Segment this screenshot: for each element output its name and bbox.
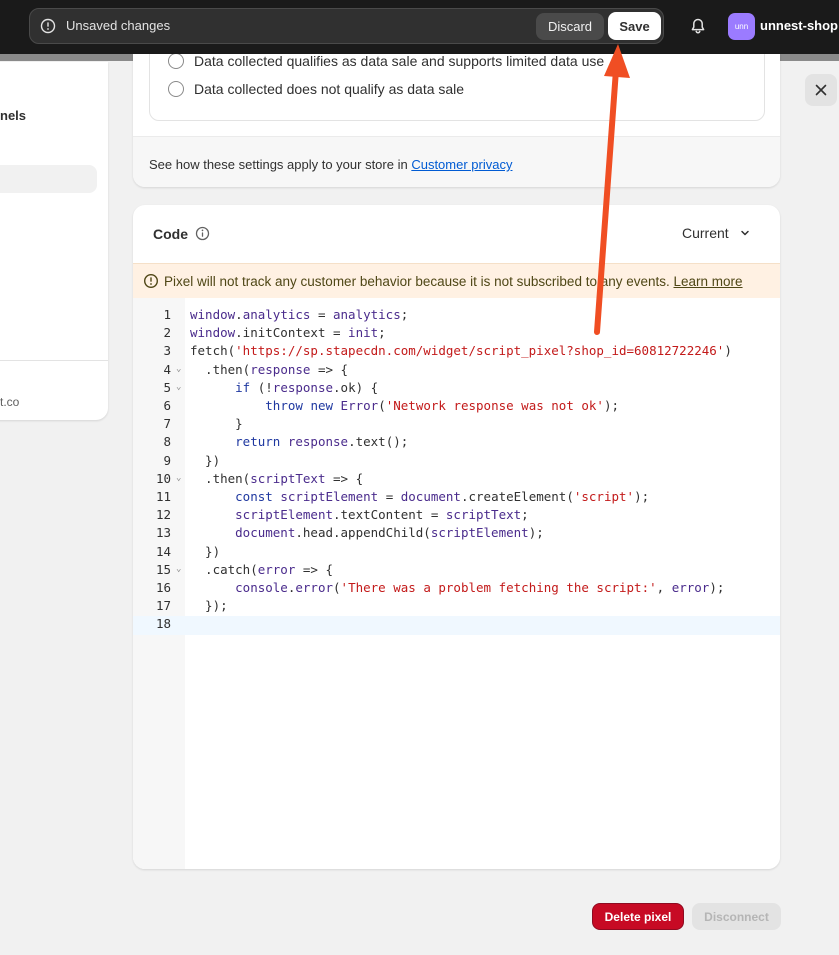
line-number: 6 (163, 398, 171, 413)
fold-chevron-icon[interactable]: ⌄ (176, 473, 181, 483)
delete-pixel-button[interactable]: Delete pixel (592, 903, 684, 930)
fold-chevron-icon[interactable]: ⌄ (176, 382, 181, 392)
code-text: fetch('https://sp.stapecdn.com/widget/sc… (190, 343, 732, 359)
code-text: .then(scriptText => { (190, 470, 364, 486)
save-button[interactable]: Save (608, 12, 661, 40)
version-select[interactable]: Current (682, 225, 751, 241)
code-line[interactable]: 1 window.analytics = analytics; (133, 307, 780, 325)
store-avatar[interactable]: unn (728, 13, 755, 40)
version-select-value: Current (682, 225, 729, 241)
line-number: 7 (163, 416, 171, 432)
disconnect-button: Disconnect (692, 903, 781, 930)
code-line[interactable]: 4 ⌄ .then(response => { (133, 362, 780, 380)
code-text: const scriptElement = document.createEle… (235, 489, 650, 504)
line-number: 12 (155, 507, 171, 523)
line-number: 15 (155, 561, 171, 577)
line-number: 1 (163, 307, 171, 322)
discard-button[interactable]: Discard (536, 13, 604, 40)
customer-privacy-link[interactable]: Customer privacy (411, 157, 512, 172)
code-line[interactable]: 2 window.initContext = init; (133, 325, 780, 343)
code-text: .catch(error => { (190, 561, 334, 577)
alert-circle-icon (40, 18, 56, 34)
info-icon[interactable] (195, 226, 210, 241)
warning-banner-message: Pixel will not track any customer behavi… (164, 274, 674, 289)
privacy-footer: See how these settings apply to your sto… (133, 136, 780, 187)
unsaved-changes-text: Unsaved changes (66, 18, 171, 33)
code-line[interactable]: 8 return response.text(); (133, 434, 780, 452)
code-line[interactable]: 13 document.head.appendChild(scriptEleme… (133, 525, 780, 543)
sidebar-item-channels[interactable]: nels (0, 108, 26, 123)
privacy-footer-text: See how these settings apply to your sto… (149, 157, 512, 172)
warning-banner-text: Pixel will not track any customer behavi… (164, 274, 743, 289)
code-text: throw new Error('Network response was no… (265, 398, 620, 413)
line-number: 10 (155, 470, 171, 486)
code-line[interactable]: 3 fetch('https://sp.stapecdn.com/widget/s… (133, 343, 780, 361)
code-text: }); (190, 598, 228, 614)
radio-option-data-sale-limited[interactable]: Data collected qualifies as data sale an… (168, 54, 604, 69)
code-title: Code (153, 226, 188, 242)
code-line[interactable]: 6 throw new Error('Network response was … (133, 398, 780, 416)
top-bar: Unsaved changes Discard Save unn unnest-… (0, 0, 839, 54)
learn-more-link[interactable]: Learn more (674, 274, 743, 289)
code-line[interactable]: 15 ⌄ .catch(error => { (133, 562, 780, 580)
code-line[interactable]: 14 }) (133, 544, 780, 562)
code-line[interactable]: 18 (133, 616, 780, 635)
code-text: .then(response => { (190, 361, 349, 377)
line-number: 17 (155, 598, 171, 614)
warning-banner: Pixel will not track any customer behavi… (133, 263, 780, 298)
chevron-down-icon (740, 230, 749, 236)
code-line[interactable]: 17 }); (133, 598, 780, 616)
privacy-footer-label: See how these settings apply to your sto… (149, 157, 412, 172)
radio-label: Data collected does not qualify as data … (194, 81, 465, 97)
line-number: 13 (155, 525, 171, 541)
code-text: } (190, 416, 243, 432)
line-number: 9 (163, 452, 171, 468)
radio-option-not-data-sale[interactable]: Data collected does not qualify as data … (168, 81, 464, 97)
code-card: Code Current Pixel will not track any cu… (133, 205, 780, 869)
alert-circle-icon (143, 273, 159, 289)
store-name[interactable]: unnest-shop (760, 18, 838, 33)
fold-chevron-icon[interactable]: ⌄ (176, 364, 181, 374)
code-text: window.initContext = init; (190, 325, 386, 341)
close-icon (815, 84, 827, 96)
code-line[interactable]: 10 ⌄ .then(scriptText => { (133, 471, 780, 489)
code-text: }) (190, 543, 221, 559)
radio-label: Data collected qualifies as data sale an… (194, 54, 605, 69)
bell-icon[interactable] (689, 17, 707, 35)
code-text: }) (190, 452, 221, 468)
fold-chevron-icon[interactable]: ⌄ (176, 564, 181, 574)
sidebar-footer-text: t.co (0, 395, 20, 409)
code-line[interactable]: 5 ⌄ if (!response.ok) { (133, 380, 780, 398)
customer-privacy-card: Data collected qualifies as data sale an… (133, 54, 780, 187)
line-number: 3 (163, 343, 171, 359)
line-number: 18 (155, 616, 171, 632)
code-line[interactable]: 9 }) (133, 453, 780, 471)
line-number: 14 (155, 543, 171, 559)
code-line[interactable]: 12 scriptElement.textContent = scriptTex… (133, 507, 780, 525)
code-line[interactable]: 16 console.error('There was a problem fe… (133, 580, 780, 598)
line-number: 4 (163, 361, 171, 377)
sidebar-card: nels t.co (0, 62, 108, 420)
line-number: 16 (155, 580, 171, 595)
line-number: 5 (163, 379, 171, 395)
code-text: window.analytics = analytics; (190, 307, 409, 322)
close-button[interactable] (805, 74, 837, 106)
data-sale-options: Data collected qualifies as data sale an… (149, 54, 765, 121)
code-text: document.head.appendChild(scriptElement)… (235, 525, 544, 541)
radio-button[interactable] (168, 81, 184, 97)
radio-button[interactable] (168, 54, 184, 69)
code-line[interactable]: 11 const scriptElement = document.create… (133, 489, 780, 507)
code-editor[interactable]: 1 window.analytics = analytics; 2 window.in… (133, 298, 780, 869)
contextual-save-bar: Unsaved changes Discard Save (29, 8, 664, 44)
code-text: if (!response.ok) { (235, 379, 379, 395)
line-number: 2 (163, 325, 171, 341)
code-text: console.error('There was a problem fetch… (235, 580, 725, 595)
line-number: 11 (155, 489, 171, 504)
sidebar-item-selected[interactable] (0, 165, 97, 193)
code-line[interactable]: 7 } (133, 416, 780, 434)
code-text: return response.text(); (235, 434, 409, 450)
code-text: scriptElement.textContent = scriptText; (235, 507, 529, 523)
sidebar-divider (0, 360, 108, 361)
line-number: 8 (163, 434, 171, 450)
